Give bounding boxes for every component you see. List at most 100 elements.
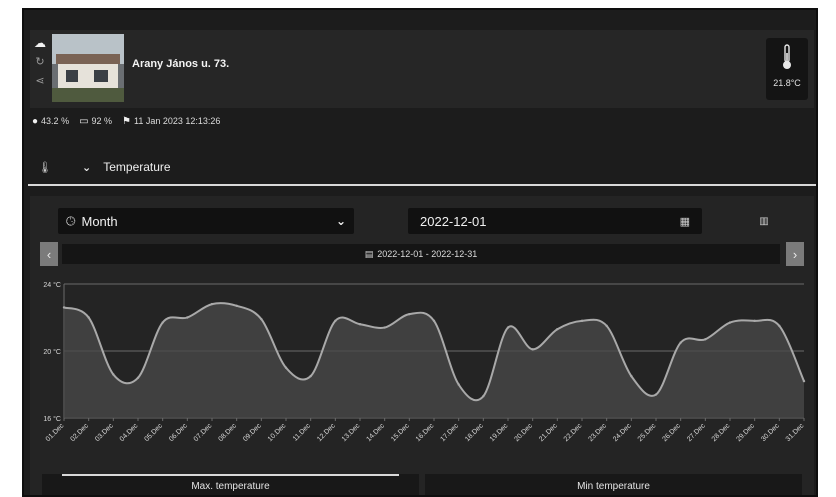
tab-min-temperature[interactable]: Min temperature: [425, 474, 802, 495]
data-point: [679, 341, 682, 344]
period-select[interactable]: 🕓︎ Month ⌄: [58, 208, 354, 234]
data-point: [112, 373, 115, 376]
data-point: [654, 393, 658, 396]
data-point: [728, 321, 732, 324]
last-update-status: ⚑ 11 Jan 2023 12:13:26: [122, 116, 220, 127]
section-divider: [28, 184, 816, 186]
x-tick-label: 07.Dec: [193, 422, 214, 443]
previous-period-button[interactable]: ‹: [40, 242, 58, 266]
data-point: [580, 319, 584, 323]
chart-tabs: Max. temperature Min temperature: [42, 474, 802, 495]
current-temperature-value: 21.8°C: [773, 78, 801, 88]
calendar-range-icon: ▤: [364, 248, 374, 259]
dropdown-chevron-icon: ⌄: [335, 214, 346, 228]
x-tick-label: 04.Dec: [119, 422, 140, 443]
device-card: ☁ ↻ ⋖ Arany János u. 73. 21.8°C ● 43.2 %…: [22, 8, 818, 497]
data-point: [778, 324, 781, 328]
data-point: [802, 379, 806, 383]
data-point: [334, 319, 337, 323]
x-tick-label: 11.Dec: [292, 422, 313, 443]
date-value: 2022-12-01: [420, 213, 487, 229]
data-point: [358, 323, 362, 326]
x-tick-label: 08.Dec: [217, 422, 238, 443]
device-address: Arany János u. 73.: [132, 58, 230, 70]
date-range-display: ▤ 2022-12-01 - 2022-12-31: [62, 244, 780, 264]
last-update-value: 11 Jan 2023 12:13:26: [134, 116, 221, 126]
data-point: [136, 376, 140, 379]
data-point: [457, 383, 460, 386]
droplet-icon: ●: [32, 115, 39, 127]
sensor-label: Temperature: [103, 160, 171, 174]
temperature-chart-svg: 16 °C20 °C24 °C01.Dec 02.Dec 03.Dec 04.Dec 0…: [43, 281, 806, 443]
x-tick-label: 17.Dec: [439, 422, 460, 443]
period-value: Month: [81, 213, 118, 229]
data-point: [383, 326, 386, 329]
chevron-down-icon[interactable]: ⌄: [82, 161, 91, 174]
x-tick-label: 05.Dec: [143, 422, 164, 443]
x-tick-label: 10.Dec: [267, 422, 288, 443]
date-range-text: 2022-12-01 - 2022-12-31: [377, 249, 478, 259]
x-tick-label: 26.Dec: [661, 422, 682, 443]
battery-value: 92 %: [91, 116, 113, 126]
x-tick-label: 20.Dec: [513, 422, 534, 443]
x-tick-label: 22.Dec: [563, 422, 584, 443]
share-icon[interactable]: ⋖: [35, 74, 44, 88]
data-point: [556, 328, 559, 331]
y-tick-label: 24 °C: [43, 281, 61, 289]
next-period-button[interactable]: ›: [786, 242, 804, 266]
x-tick-label: 27.Dec: [686, 422, 707, 443]
x-tick-label: 15.Dec: [390, 422, 411, 443]
data-point: [87, 316, 90, 319]
x-tick-label: 29.Dec: [735, 422, 756, 443]
x-tick-label: 21.Dec: [538, 422, 559, 443]
temperature-chart: 16 °C 20 °C 24 °C 01.Dec 02.Dec 03.Dec 04.Dec 0…: [30, 276, 814, 466]
x-tick-label: 13.Dec: [341, 422, 362, 443]
calendar-icon[interactable]: ▦: [680, 215, 690, 228]
data-point: [704, 338, 707, 341]
data-point: [260, 317, 263, 321]
data-point: [605, 324, 608, 328]
data-point: [506, 326, 510, 329]
chart-type-button[interactable]: ▥: [752, 210, 776, 232]
current-temperature-widget: 21.8°C: [766, 38, 808, 100]
x-tick-label: 02.Dec: [69, 422, 90, 443]
cloud-icon[interactable]: ☁: [34, 36, 46, 50]
x-tick-label: 30.Dec: [760, 422, 781, 443]
status-row: ● 43.2 % ▭ 92 % ⚑ 11 Jan 2023 12:13:26: [32, 114, 220, 128]
thermometer-small-icon: 🌡︎: [38, 161, 52, 174]
flag-icon: ⚑: [122, 115, 132, 127]
refresh-icon[interactable]: ↻: [35, 55, 44, 69]
data-point: [753, 319, 756, 323]
side-icon-column: ☁ ↻ ⋖: [32, 36, 48, 88]
x-tick-label: 24.Dec: [612, 422, 633, 443]
x-tick-label: 31.Dec: [785, 422, 806, 443]
bar-chart-icon: ▥: [759, 215, 769, 227]
humidity-value: 43.2 %: [41, 116, 70, 126]
x-tick-label: 12.Dec: [316, 422, 337, 443]
data-point: [161, 321, 164, 324]
x-tick-label: 18.Dec: [464, 422, 485, 443]
data-point: [408, 312, 411, 316]
thermometer-icon: [783, 44, 791, 69]
x-tick-label: 28.Dec: [711, 422, 732, 443]
battery-icon: ▭: [79, 115, 89, 127]
tab-max-temperature[interactable]: Max. temperature: [42, 474, 419, 495]
x-tick-label: 14.Dec: [365, 422, 386, 443]
x-tick-label: 01.Dec: [45, 422, 66, 443]
sensor-selector[interactable]: 🌡︎ ⌄ Temperature: [38, 156, 171, 178]
x-tick-label: 09.Dec: [242, 422, 263, 443]
x-tick-label: 16.Dec: [415, 422, 436, 443]
data-point: [531, 348, 534, 351]
x-tick-label: 23.Dec: [587, 422, 608, 443]
y-tick-label: 20 °C: [43, 348, 61, 356]
date-input[interactable]: 2022-12-01 ▦: [408, 208, 702, 234]
data-point: [482, 395, 485, 398]
data-point: [284, 366, 288, 369]
device-header: ☁ ↻ ⋖ Arany János u. 73. 21.8°C: [30, 30, 814, 108]
x-tick-label: 19.Dec: [489, 422, 510, 443]
data-point: [432, 319, 436, 323]
battery-status: ▭ 92 %: [79, 116, 112, 127]
x-tick-label: 06.Dec: [168, 422, 189, 443]
house-photo[interactable]: [52, 34, 124, 102]
x-tick-label: 25.Dec: [637, 422, 658, 443]
